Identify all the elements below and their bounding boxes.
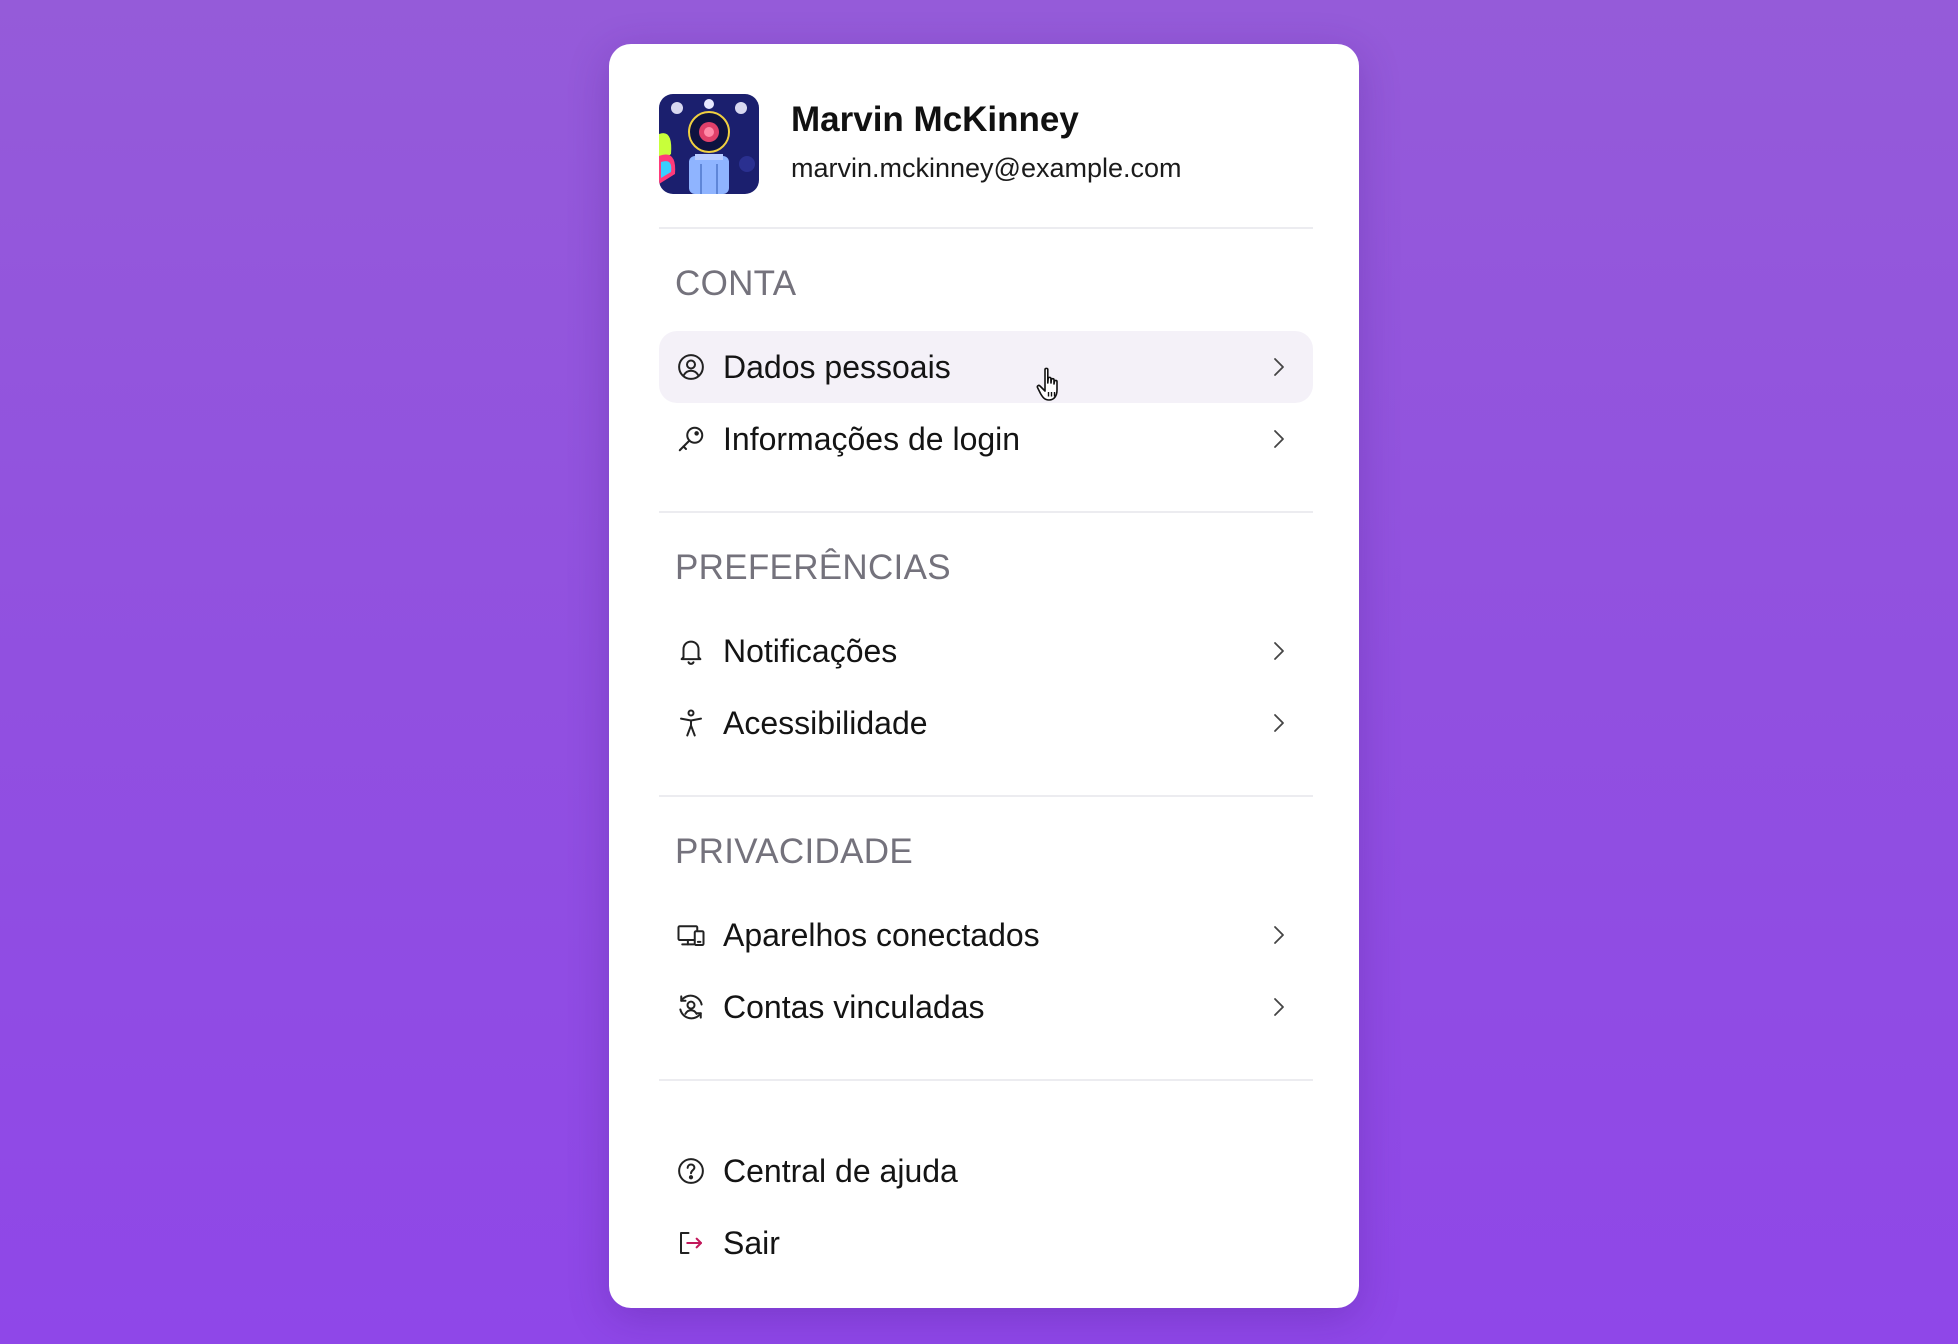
linked-accounts-icon (675, 991, 707, 1023)
menu-item-label: Central de ajuda (723, 1152, 958, 1189)
user-circle-icon (675, 351, 707, 383)
profile-email: marvin.mckinney@example.com (791, 153, 1182, 183)
menu-item-sair[interactable]: Sair (659, 1207, 1313, 1279)
menu-item-dados-pessoais[interactable]: Dados pessoais (659, 331, 1313, 403)
menu-item-aparelhos-conectados[interactable]: Aparelhos conectados (659, 899, 1313, 971)
divider (659, 511, 1313, 513)
profile-header: Marvin McKinney marvin.mckinney@example.… (659, 94, 1313, 194)
help-circle-icon (675, 1155, 707, 1187)
menu-item-label: Dados pessoais (723, 348, 951, 385)
menu-item-acessibilidade[interactable]: Acessibilidade (659, 687, 1313, 759)
section-title-privacidade: PRIVACIDADE (675, 832, 913, 871)
logout-icon (675, 1227, 707, 1259)
chevron-right-icon (1267, 923, 1291, 947)
chevron-right-icon (1267, 995, 1291, 1019)
chevron-right-icon (1267, 355, 1291, 379)
section-title-preferencias: PREFERÊNCIAS (675, 548, 951, 587)
menu-item-contas-vinculadas[interactable]: Contas vinculadas (659, 971, 1313, 1043)
menu-item-notificacoes[interactable]: Notificações (659, 615, 1313, 687)
menu-item-label: Acessibilidade (723, 704, 928, 741)
menu-item-label: Contas vinculadas (723, 988, 985, 1025)
chevron-right-icon (1267, 427, 1291, 451)
chevron-right-icon (1267, 711, 1291, 735)
divider (659, 1079, 1313, 1081)
menu-item-informacoes-de-login[interactable]: Informações de login (659, 403, 1313, 475)
menu-item-label: Sair (723, 1224, 780, 1261)
account-menu-card: Marvin McKinney marvin.mckinney@example.… (609, 44, 1359, 1308)
profile-name: Marvin McKinney (791, 100, 1079, 139)
bell-icon (675, 635, 707, 667)
menu-item-label: Aparelhos conectados (723, 916, 1040, 953)
avatar (659, 94, 759, 194)
devices-icon (675, 919, 707, 951)
divider (659, 227, 1313, 229)
menu-item-label: Notificações (723, 632, 898, 669)
menu-item-central-de-ajuda[interactable]: Central de ajuda (659, 1135, 1313, 1207)
chevron-right-icon (1267, 639, 1291, 663)
menu-item-label: Informações de login (723, 420, 1021, 457)
divider (659, 795, 1313, 797)
section-title-conta: CONTA (675, 264, 797, 303)
accessibility-icon (675, 707, 707, 739)
key-icon (675, 423, 707, 455)
